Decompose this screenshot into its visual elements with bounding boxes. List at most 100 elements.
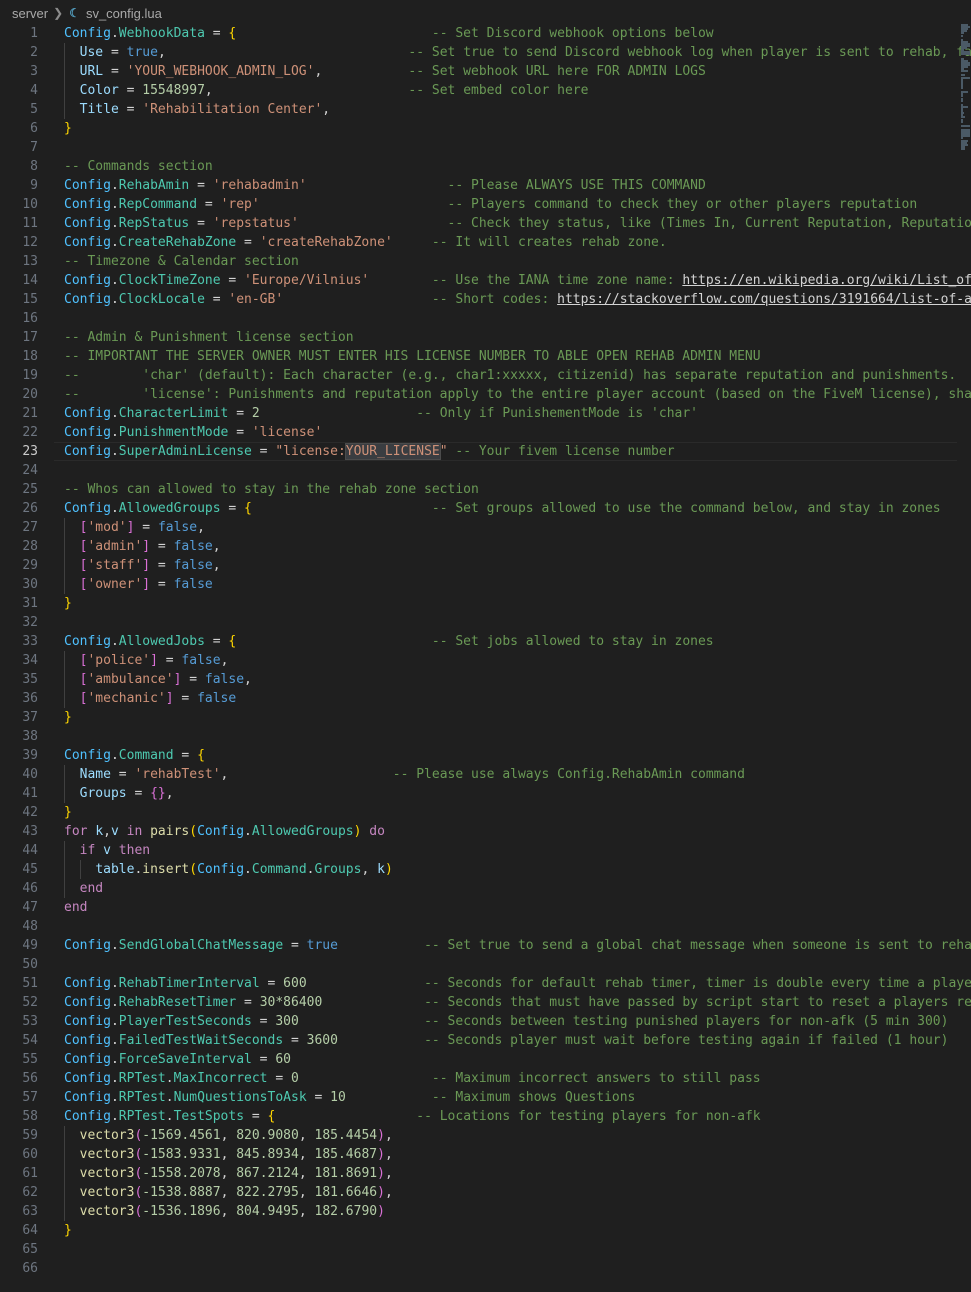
code-line[interactable]: 22 Config.PunishmentMode = 'license' bbox=[0, 423, 971, 442]
code-line[interactable]: 2 Use = true, -- Set true to send Discor… bbox=[0, 43, 971, 62]
line-number[interactable]: 22 bbox=[0, 423, 38, 442]
code-line[interactable]: 14 Config.ClockTimeZone = 'Europe/Vilnius… bbox=[0, 271, 971, 290]
code-line[interactable]: 47 end bbox=[0, 898, 971, 917]
line-number[interactable]: 27 bbox=[0, 518, 38, 537]
breadcrumb-file[interactable]: sv_config.lua bbox=[86, 6, 162, 21]
code-line[interactable]: 45 table.insert(Config.Command.Groups, k… bbox=[0, 860, 971, 879]
line-number[interactable]: 5 bbox=[0, 100, 38, 119]
line-number[interactable]: 28 bbox=[0, 537, 38, 556]
code-line[interactable]: 43 for k,v in pairs(Config.AllowedGroups)… bbox=[0, 822, 971, 841]
line-number[interactable]: 47 bbox=[0, 898, 38, 917]
code-line[interactable]: 65 bbox=[0, 1240, 971, 1259]
line-number[interactable]: 30 bbox=[0, 575, 38, 594]
minimap[interactable] bbox=[959, 24, 971, 154]
line-number[interactable]: 34 bbox=[0, 651, 38, 670]
line-number[interactable]: 21 bbox=[0, 404, 38, 423]
line-number[interactable]: 56 bbox=[0, 1069, 38, 1088]
code-line[interactable]: 21 Config.CharacterLimit = 2 -- Only if P… bbox=[0, 404, 971, 423]
code-line[interactable]: 49 Config.SendGlobalChatMessage = true --… bbox=[0, 936, 971, 955]
line-number[interactable]: 51 bbox=[0, 974, 38, 993]
code-line[interactable]: 36 ['mechanic'] = false bbox=[0, 689, 971, 708]
code-line[interactable]: 37} bbox=[0, 708, 971, 727]
line-number[interactable]: 59 bbox=[0, 1126, 38, 1145]
code-line[interactable]: 30 ['owner'] = false bbox=[0, 575, 971, 594]
line-number[interactable]: 12 bbox=[0, 233, 38, 252]
code-line[interactable]: 28 ['admin'] = false, bbox=[0, 537, 971, 556]
line-number[interactable]: 45 bbox=[0, 860, 38, 879]
line-number[interactable]: 15 bbox=[0, 290, 38, 309]
line-number[interactable]: 31 bbox=[0, 594, 38, 613]
line-number[interactable]: 57 bbox=[0, 1088, 38, 1107]
code-line[interactable]: 32 bbox=[0, 613, 971, 632]
code-line[interactable]: 1 Config.WebhookData = { -- Set Discord w… bbox=[0, 24, 971, 43]
line-number[interactable]: 52 bbox=[0, 993, 38, 1012]
line-number[interactable]: 54 bbox=[0, 1031, 38, 1050]
code-line[interactable]: 18 -- IMPORTANT THE SERVER OWNER MUST ENT… bbox=[0, 347, 971, 366]
code-line[interactable]: 58 Config.RPTest.TestSpots = { -- Locatio… bbox=[0, 1107, 971, 1126]
line-number[interactable]: 42 bbox=[0, 803, 38, 822]
line-number[interactable]: 3 bbox=[0, 62, 38, 81]
code-line[interactable]: 56 Config.RPTest.MaxIncorrect = 0 -- Maxi… bbox=[0, 1069, 971, 1088]
code-line[interactable]: 15 Config.ClockLocale = 'en-GB' -- Short … bbox=[0, 290, 971, 309]
line-number[interactable]: 37 bbox=[0, 708, 38, 727]
code-line[interactable]: 55 Config.ForceSaveInterval = 60 bbox=[0, 1050, 971, 1069]
code-line[interactable]: 33 Config.AllowedJobs = { -- Set jobs all… bbox=[0, 632, 971, 651]
code-line[interactable]: 34 ['police'] = false, bbox=[0, 651, 971, 670]
line-number[interactable]: 2 bbox=[0, 43, 38, 62]
line-number[interactable]: 7 bbox=[0, 138, 38, 157]
code-line[interactable]: 11 Config.RepStatus = 'repstatus' -- Chec… bbox=[0, 214, 971, 233]
code-line[interactable]: 62 vector3(-1538.8887, 822.2795, 181.664… bbox=[0, 1183, 971, 1202]
line-number[interactable]: 38 bbox=[0, 727, 38, 746]
code-line[interactable]: 53 Config.PlayerTestSeconds = 300 -- Seco… bbox=[0, 1012, 971, 1031]
line-number[interactable]: 40 bbox=[0, 765, 38, 784]
code-line[interactable]: 23 Config.SuperAdminLicense = "license:YO… bbox=[0, 442, 971, 461]
line-number[interactable]: 44 bbox=[0, 841, 38, 860]
code-line[interactable]: 3 URL = 'YOUR_WEBHOOK_ADMIN_LOG', -- Set… bbox=[0, 62, 971, 81]
line-number[interactable]: 53 bbox=[0, 1012, 38, 1031]
code-line[interactable]: 52 Config.RehabResetTimer = 30*86400 -- S… bbox=[0, 993, 971, 1012]
line-number[interactable]: 20 bbox=[0, 385, 38, 404]
code-line[interactable]: 8 -- Commands section bbox=[0, 157, 971, 176]
line-number[interactable]: 16 bbox=[0, 309, 38, 328]
code-line[interactable]: 40 Name = 'rehabTest', -- Please use alw… bbox=[0, 765, 971, 784]
line-number[interactable]: 32 bbox=[0, 613, 38, 632]
code-line[interactable]: 41 Groups = {}, bbox=[0, 784, 971, 803]
code-line[interactable]: 60 vector3(-1583.9331, 845.8934, 185.468… bbox=[0, 1145, 971, 1164]
code-line[interactable]: 20 -- 'license': Punishments and reputati… bbox=[0, 385, 971, 404]
code-line[interactable]: 38 bbox=[0, 727, 971, 746]
code-line[interactable]: 25 -- Whos can allowed to stay in the reh… bbox=[0, 480, 971, 499]
line-number[interactable]: 29 bbox=[0, 556, 38, 575]
line-number[interactable]: 43 bbox=[0, 822, 38, 841]
code-line[interactable]: 39 Config.Command = { bbox=[0, 746, 971, 765]
code-line[interactable]: 48 bbox=[0, 917, 971, 936]
code-line[interactable]: 12 Config.CreateRehabZone = 'createRehabZ… bbox=[0, 233, 971, 252]
line-number[interactable]: 9 bbox=[0, 176, 38, 195]
line-number[interactable]: 61 bbox=[0, 1164, 38, 1183]
code-line[interactable]: 9 Config.RehabAmin = 'rehabadmin' -- Plea… bbox=[0, 176, 971, 195]
code-line[interactable]: 29 ['staff'] = false, bbox=[0, 556, 971, 575]
line-number[interactable]: 14 bbox=[0, 271, 38, 290]
line-number[interactable]: 24 bbox=[0, 461, 38, 480]
line-number[interactable]: 64 bbox=[0, 1221, 38, 1240]
line-number[interactable]: 25 bbox=[0, 480, 38, 499]
code-line[interactable]: 7 bbox=[0, 138, 971, 157]
line-number[interactable]: 48 bbox=[0, 917, 38, 936]
line-number[interactable]: 55 bbox=[0, 1050, 38, 1069]
line-number[interactable]: 10 bbox=[0, 195, 38, 214]
line-number[interactable]: 26 bbox=[0, 499, 38, 518]
code-line[interactable]: 42} bbox=[0, 803, 971, 822]
code-line[interactable]: 16 bbox=[0, 309, 971, 328]
code-line[interactable]: 66 bbox=[0, 1259, 971, 1278]
line-number[interactable]: 66 bbox=[0, 1259, 38, 1278]
code-line[interactable]: 61 vector3(-1558.2078, 867.2124, 181.869… bbox=[0, 1164, 971, 1183]
code-line[interactable]: 31} bbox=[0, 594, 971, 613]
code-line[interactable]: 59 vector3(-1569.4561, 820.9080, 185.445… bbox=[0, 1126, 971, 1145]
line-number[interactable]: 8 bbox=[0, 157, 38, 176]
code-line[interactable]: 13 -- Timezone & Calendar section bbox=[0, 252, 971, 271]
code-editor[interactable]: 1 Config.WebhookData = { -- Set Discord w… bbox=[0, 24, 971, 1292]
code-line[interactable]: 10 Config.RepCommand = 'rep' -- Players c… bbox=[0, 195, 971, 214]
code-line[interactable]: 5 Title = 'Rehabilitation Center', bbox=[0, 100, 971, 119]
code-link[interactable]: https://en.wikipedia.org/wiki/List_of_tz… bbox=[682, 273, 971, 288]
code-line[interactable]: 64} bbox=[0, 1221, 971, 1240]
code-line[interactable]: 6} bbox=[0, 119, 971, 138]
